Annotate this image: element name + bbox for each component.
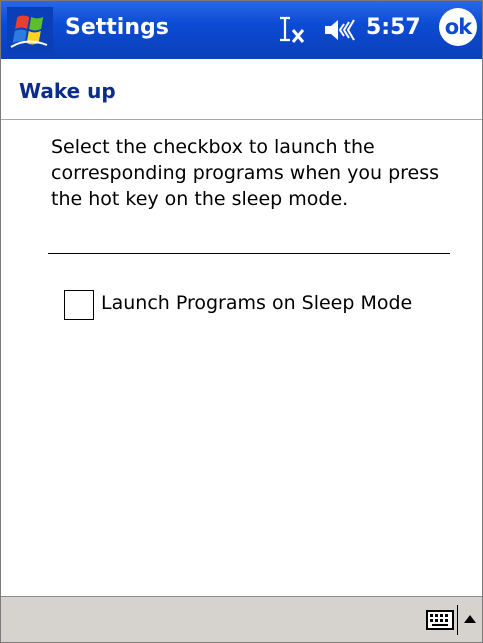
clock[interactable]: 5:57 [366, 15, 421, 40]
page-header: Wake up [1, 59, 482, 120]
sip-separator [457, 605, 458, 635]
page-title: Wake up [19, 79, 116, 103]
device-screen: Settings 5:57 ok Wake up Select the chec… [0, 0, 483, 643]
up-arrow-icon[interactable] [462, 612, 478, 626]
app-title[interactable]: Settings [65, 15, 169, 40]
text-input-status-icon[interactable] [276, 15, 308, 45]
launch-programs-checkbox[interactable] [64, 290, 94, 320]
divider [48, 253, 450, 254]
ok-button[interactable]: ok [439, 8, 477, 46]
menu-bar [1, 596, 482, 642]
description-text: Select the checkbox to launch the corres… [51, 136, 440, 210]
title-bar: Settings 5:57 ok [1, 1, 482, 59]
launch-programs-label[interactable]: Launch Programs on Sleep Mode [101, 292, 412, 314]
keyboard-icon[interactable] [426, 607, 454, 633]
windows-flag-icon[interactable] [7, 7, 53, 53]
speaker-volume-icon[interactable] [323, 17, 361, 43]
